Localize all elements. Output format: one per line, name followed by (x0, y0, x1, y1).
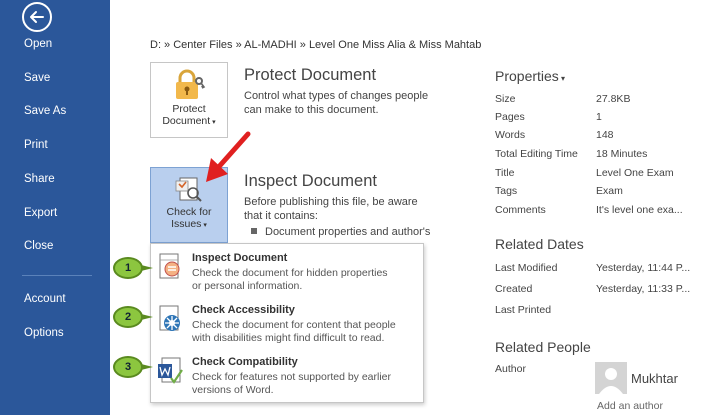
check-issues-label-1: Check for (166, 206, 212, 218)
avatar (595, 362, 627, 394)
prop-value-title[interactable]: Level One Exam (596, 167, 674, 179)
properties-heading[interactable]: Properties ▾ (495, 68, 565, 84)
prop-label-comments: Comments (495, 204, 546, 216)
inspect-desc-1: Before publishing this file, be aware (244, 196, 418, 208)
prop-value-editing-time: 18 Minutes (596, 148, 648, 160)
date-value-created: Yesterday, 11:33 P... (596, 283, 691, 295)
prop-value-tags[interactable]: Exam (596, 185, 623, 197)
menu-accessibility-desc: Check the document for content that peop… (192, 319, 396, 344)
accessibility-icon (159, 305, 180, 331)
menu-inspect-desc: Check the document for hidden properties… (192, 267, 388, 292)
user-silhouette-icon (599, 368, 623, 394)
step-marker-1: 1 (113, 257, 143, 279)
author-label: Author (495, 363, 526, 375)
backstage-sidebar: Open Save Save As Print Share Export Clo… (0, 0, 110, 415)
nav-save-as[interactable]: Save As (24, 105, 66, 117)
nav-open[interactable]: Open (24, 38, 52, 50)
menu-item-inspect-document[interactable]: Inspect Document Check the document for … (151, 246, 423, 296)
menu-compatibility-title: Check Compatibility (192, 356, 298, 368)
prop-value-words: 148 (596, 129, 614, 141)
prop-value-size: 27.8KB (596, 93, 631, 105)
menu-item-check-accessibility[interactable]: Check Accessibility Check the document f… (151, 298, 423, 348)
date-value-last-modified: Yesterday, 11:44 P... (596, 262, 691, 274)
prop-value-comments[interactable]: It's level one exa... (596, 204, 683, 216)
back-arrow-icon[interactable] (22, 2, 52, 32)
nav-divider (22, 275, 92, 276)
author-name[interactable]: Mukhtar (631, 371, 678, 386)
protect-desc-1: Control what types of changes people (244, 90, 429, 102)
nav-share[interactable]: Share (24, 173, 55, 185)
prop-label-pages: Pages (495, 111, 525, 123)
breadcrumb: D: » Center Files » AL-MADHI » Level One… (150, 39, 482, 51)
prop-value-pages: 1 (596, 111, 602, 123)
prop-label-editing-time: Total Editing Time (495, 148, 578, 160)
menu-compatibility-desc: Check for features not supported by earl… (192, 371, 392, 396)
prop-label-title: Title (495, 167, 515, 179)
nav-print[interactable]: Print (24, 139, 48, 151)
protect-button-label-1: Protect (172, 103, 206, 115)
red-arrow-icon (206, 131, 251, 182)
prop-label-size: Size (495, 93, 516, 105)
inspect-desc-2: that it contains: (244, 210, 318, 222)
marker-pointers (141, 265, 153, 370)
nav-close[interactable]: Close (24, 240, 53, 252)
inspect-document-icon (159, 253, 180, 279)
inspect-bullet-1: Document properties and author's (251, 226, 430, 238)
protect-desc-2: can make to this document. (244, 104, 379, 116)
menu-item-check-compatibility[interactable]: Check Compatibility Check for features n… (151, 350, 423, 400)
prop-label-words: Words (495, 129, 526, 141)
related-dates-heading: Related Dates (495, 236, 584, 252)
step-marker-2: 2 (113, 306, 143, 328)
inspect-document-title: Inspect Document (244, 172, 377, 190)
nav-account[interactable]: Account (24, 293, 66, 305)
lock-key-icon (176, 69, 206, 99)
date-label-last-printed: Last Printed (495, 304, 552, 316)
related-people-heading: Related People (495, 339, 591, 355)
protect-document-title: Protect Document (244, 66, 377, 84)
step-marker-3: 3 (113, 356, 143, 378)
protect-document-button[interactable]: Protect Document ▾ (150, 62, 228, 138)
menu-accessibility-title: Check Accessibility (192, 304, 295, 316)
date-label-last-modified: Last Modified (495, 262, 558, 274)
word-compatibility-icon (158, 357, 183, 384)
date-label-created: Created (495, 283, 533, 295)
add-author-link[interactable]: Add an author (597, 400, 663, 412)
prop-label-tags: Tags (495, 185, 518, 197)
nav-export[interactable]: Export (24, 207, 57, 219)
check-issues-label-2: Issues ▾ (171, 218, 207, 230)
menu-inspect-title: Inspect Document (192, 252, 288, 264)
nav-save[interactable]: Save (24, 72, 50, 84)
check-issues-menu: Inspect Document Check the document for … (150, 243, 424, 403)
nav-options[interactable]: Options (24, 327, 64, 339)
protect-button-label-2: Document ▾ (162, 115, 216, 127)
